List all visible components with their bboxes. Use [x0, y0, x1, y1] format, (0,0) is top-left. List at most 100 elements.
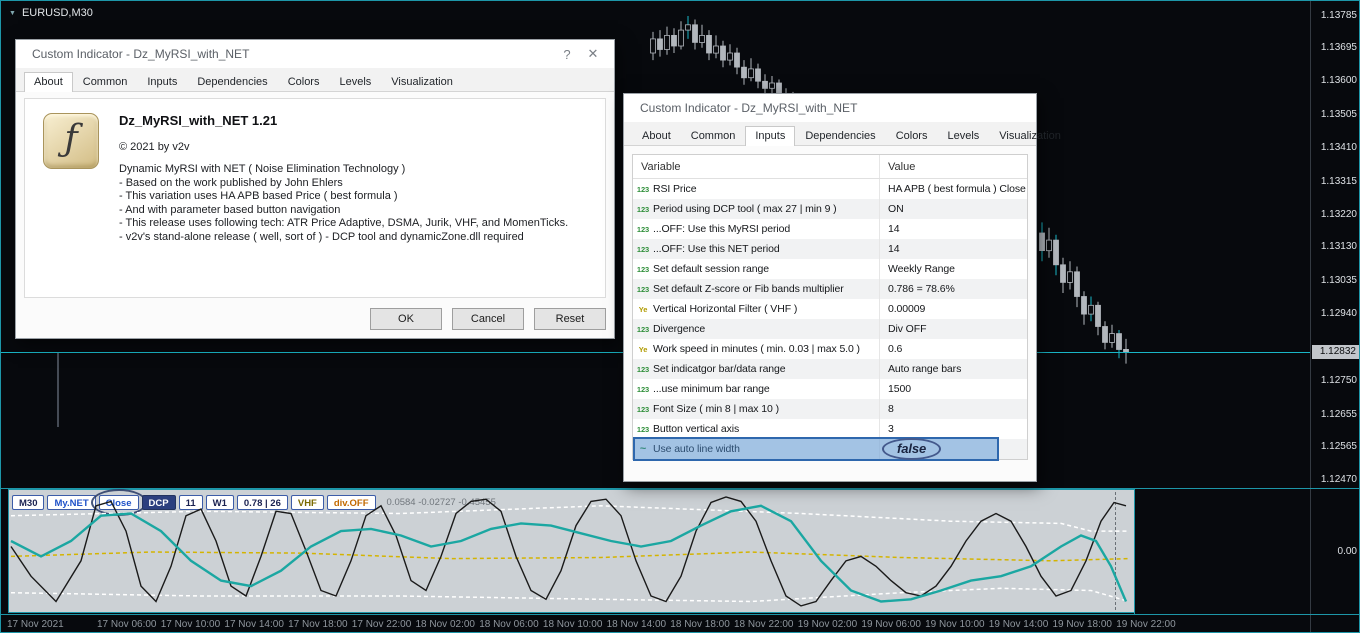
input-type-icon: 123 [636, 284, 650, 294]
symbol-label: EURUSD,M30 [21, 7, 93, 19]
close-icon[interactable]: ✕ [580, 46, 606, 62]
reset-button[interactable]: Reset [534, 308, 606, 330]
tab-levels[interactable]: Levels [329, 72, 381, 92]
tab-visualization[interactable]: Visualization [989, 126, 1071, 146]
variable-value[interactable]: HA APB ( best formula ) Close [879, 179, 1027, 199]
help-button[interactable]: ? [554, 47, 580, 62]
tab-colors[interactable]: Colors [886, 126, 938, 146]
chart-window[interactable]: ▼ EURUSD,M30 1.12832 1.13785 1.13695 1.136… [0, 0, 1360, 633]
input-type-icon: 123 [636, 204, 650, 214]
tab-colors[interactable]: Colors [278, 72, 330, 92]
tab-about[interactable]: About [24, 72, 73, 92]
panel-button-my-net[interactable]: My.NET [47, 495, 96, 510]
variable-name: Vertical Horizontal Filter ( VHF ) [653, 303, 798, 315]
time-label: 17 Nov 14:00 [224, 619, 284, 630]
variable-value[interactable]: 3 [879, 419, 1027, 439]
table-row[interactable]: Ye Work speed in minutes ( min. 0.03 | ma… [633, 339, 1027, 359]
variable-value[interactable]: 8 [879, 399, 1027, 419]
table-row[interactable]: 123 ...OFF: Use this MyRSI period 14 [633, 219, 1027, 239]
variable-value[interactable]: 0.786 = 78.6% [879, 279, 1027, 299]
variable-name: Period using DCP tool ( max 27 | min 9 ) [653, 203, 837, 215]
dialog-about-titlebar[interactable]: Custom Indicator - Dz_MyRSI_with_NET ? ✕ [16, 40, 614, 68]
tab-levels[interactable]: Levels [937, 126, 989, 146]
variable-value[interactable]: Div OFF [879, 319, 1027, 339]
panel-button-vhf[interactable]: VHF [290, 495, 324, 510]
input-type-icon: 123 [636, 364, 650, 374]
time-label: 17 Nov 10:00 [160, 619, 221, 630]
variable-name: Font Size ( min 8 | max 10 ) [653, 403, 779, 415]
table-row[interactable]: 123 RSI Price HA APB ( best formula ) Clos… [633, 179, 1027, 199]
variable-value[interactable]: 0.6 [879, 339, 1027, 359]
panel-button-m30[interactable]: M30 [12, 495, 45, 510]
panel-button-dcp[interactable]: DCP [141, 495, 176, 510]
price-label: 1.12470 [1320, 474, 1357, 485]
panel-button-close[interactable]: Close [90, 489, 147, 516]
indicator-description: Dynamic MyRSI with NET ( Noise Eliminati… [119, 163, 568, 244]
table-row[interactable]: 123 Font Size ( min 8 | max 10 ) 8 [633, 399, 1027, 419]
table-row[interactable]: 123 Divergence Div OFF [633, 319, 1027, 339]
table-row[interactable]: 123 Set indicatgor bar/data range Auto ran… [633, 359, 1027, 379]
variable-value[interactable]: ON [879, 199, 1027, 219]
dialog-inputs-titlebar[interactable]: Custom Indicator - Dz_MyRSI_with_NET [624, 94, 1036, 122]
table-row[interactable]: Ye Vertical Horizontal Filter ( VHF ) 0.00… [633, 299, 1027, 319]
time-label: 17 Nov 22:00 [351, 619, 412, 630]
variable-value[interactable]: false [879, 438, 1027, 460]
vertical-line-object[interactable] [57, 353, 59, 427]
variable-value[interactable]: 1500 [879, 379, 1027, 399]
ok-button[interactable]: OK [370, 308, 442, 330]
input-type-icon: 123 [636, 324, 650, 334]
table-row[interactable]: 123 Set default Z-score or Fib bands mult… [633, 279, 1027, 299]
subwindow-bottom-separator[interactable] [1, 614, 1359, 615]
cancel-button[interactable]: Cancel [452, 308, 524, 330]
tab-dependencies[interactable]: Dependencies [795, 126, 885, 146]
time-label: 19 Nov 18:00 [1052, 619, 1113, 630]
input-type-icon: ~ [639, 443, 647, 455]
panel-button-w1[interactable]: W1 [205, 495, 234, 510]
time-label: 17 Nov 06:00 [97, 619, 157, 630]
variable-value[interactable]: Weekly Range [879, 259, 1027, 279]
variable-value[interactable]: 14 [879, 219, 1027, 239]
table-row[interactable]: 123 ...OFF: Use this NET period 14 [633, 239, 1027, 259]
variable-name: ...OFF: Use this NET period [653, 243, 780, 255]
indicator-name-version: Dz_MyRSI_with_NET 1.21 [119, 113, 278, 128]
dialog-title: Custom Indicator - Dz_MyRSI_with_NET [32, 47, 250, 61]
input-type-icon: Ye [638, 304, 648, 314]
time-label: 17 Nov 18:00 [288, 619, 348, 630]
panel-button-11[interactable]: 11 [178, 495, 203, 510]
logo-glyph: ƒ [64, 118, 78, 159]
panel-button-0-78-26[interactable]: 0.78 | 26 [236, 495, 288, 510]
column-variable: Variable [641, 160, 681, 173]
tab-inputs[interactable]: Inputs [745, 126, 796, 146]
variable-value[interactable]: 0.00009 [879, 299, 1027, 319]
tab-inputs[interactable]: Inputs [137, 72, 187, 92]
table-row[interactable]: ~ Use auto line width false [633, 437, 1027, 461]
tab-dependencies[interactable]: Dependencies [187, 72, 277, 92]
dialog-inputs-tabs: About Common Inputs Dependencies Colors Level… [624, 122, 1061, 146]
tab-about[interactable]: About [632, 126, 681, 146]
variable-value[interactable]: 14 [879, 239, 1027, 259]
variable-value[interactable]: Auto range bars [879, 359, 1027, 379]
tab-common[interactable]: Common [681, 126, 746, 146]
time-label: 17 Nov 2021 [7, 619, 64, 630]
time-label: 19 Nov 22:00 [1116, 619, 1176, 630]
time-label: 19 Nov 02:00 [797, 619, 858, 630]
indicator-subwindow[interactable]: M30 My.NET Close DCP 11 W1 0.78 | 26 VHF div.OFF… [8, 489, 1135, 613]
table-row[interactable]: 123 Period using DCP tool ( max 27 | min … [633, 199, 1027, 219]
variable-name: RSI Price [653, 183, 697, 195]
panel-button-div-off[interactable]: div.OFF [326, 495, 376, 510]
time-axis[interactable]: 17 Nov 2021 17 Nov 06:00 17 Nov 10:00 17 No… [1, 616, 1359, 632]
price-axis[interactable]: 1.12832 1.13785 1.13695 1.13600 1.13505 1.13… [1311, 1, 1359, 632]
table-row[interactable]: 123 Button vertical axis 3 [633, 419, 1027, 439]
collapse-triangle-icon[interactable]: ▼ [9, 10, 16, 17]
table-row[interactable]: 123 ...use minimum bar range 1500 [633, 379, 1027, 399]
time-label: 18 Nov 06:00 [479, 619, 539, 630]
variable-name: Set default session range [653, 263, 769, 275]
price-label: 1.12565 [1320, 441, 1357, 452]
tab-common[interactable]: Common [73, 72, 138, 92]
table-row[interactable]: 123 Set default session range Weekly Range [633, 259, 1027, 279]
dialog-inputs[interactable]: Custom Indicator - Dz_MyRSI_with_NET Abo… [623, 93, 1061, 482]
column-value: Value [879, 155, 1027, 178]
variable-name: ...OFF: Use this MyRSI period [653, 223, 791, 235]
tab-visualization[interactable]: Visualization [381, 72, 463, 92]
dialog-about[interactable]: Custom Indicator - Dz_MyRSI_with_NET ? ✕… [15, 39, 615, 339]
